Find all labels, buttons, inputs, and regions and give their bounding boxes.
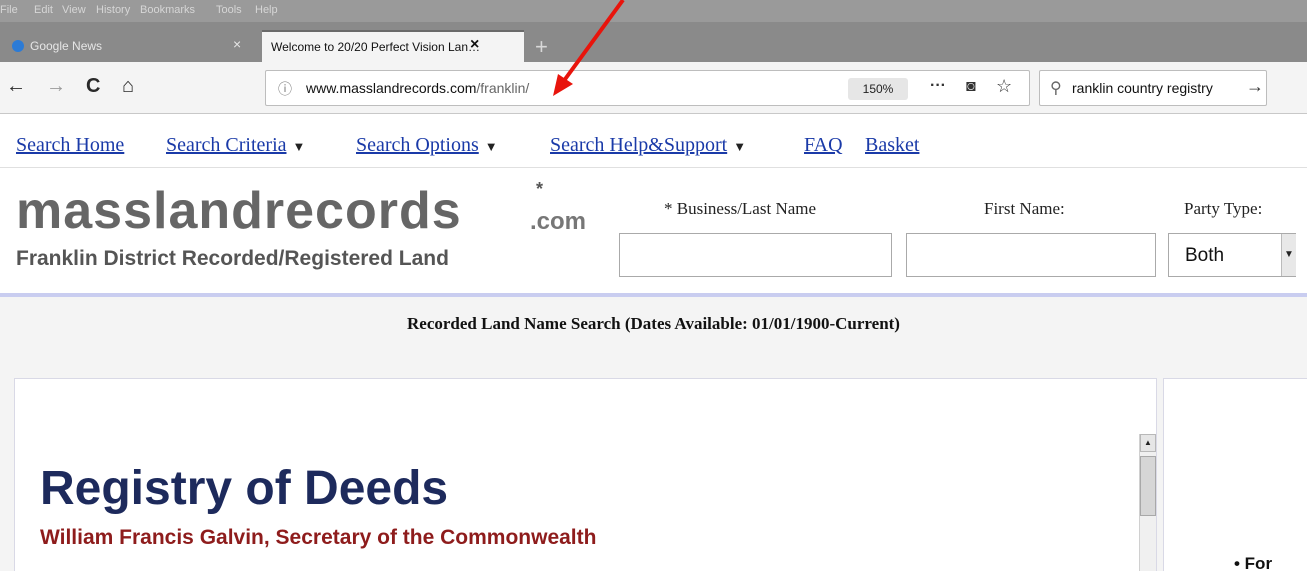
site-info-icon[interactable]: ⓘ (278, 79, 292, 99)
first-name-input[interactable] (906, 233, 1156, 277)
site-header: masslandrecords * .com Franklin District… (0, 169, 1307, 293)
nav-label: FAQ (804, 134, 843, 156)
last-name-input[interactable] (619, 233, 892, 277)
first-name-label: First Name: (984, 199, 1065, 218)
tab-strip: Google News × Welcome to 20/20 Perfect V… (0, 22, 1307, 62)
menu-help[interactable]: Help (255, 4, 278, 16)
menu-bookmarks[interactable]: Bookmarks (140, 4, 195, 16)
menu-edit[interactable]: Edit (34, 4, 53, 16)
side-bullet: • For (1234, 554, 1273, 571)
tab-close-icon[interactable]: × (470, 36, 479, 54)
tab-close-icon[interactable]: × (233, 36, 241, 52)
url-text: www.masslandrecords.com/franklin/ (306, 80, 529, 96)
reload-icon[interactable]: C (86, 76, 100, 96)
search-bar[interactable]: ⚲ ranklin country registry → (1039, 70, 1267, 106)
last-name-label: * Business/Last Name (664, 199, 817, 218)
menu-tools[interactable]: Tools (216, 4, 242, 16)
nav-label: Search Criteria (166, 134, 287, 156)
scroll-up-icon[interactable]: ▲ (1140, 434, 1156, 452)
tab-title: Google News (30, 39, 103, 53)
nav-search-help-support[interactable]: Search Help&Support ▼ (550, 134, 746, 157)
chevron-down-icon: ▼ (1281, 234, 1296, 276)
party-type-value: Both (1185, 245, 1225, 266)
nav-label: Search Home (16, 134, 125, 156)
url-domain: www.masslandrecords.com (306, 80, 477, 96)
registry-frame: Registry of Deeds William Francis Galvin… (14, 378, 1157, 571)
search-go-icon[interactable]: → (1246, 76, 1264, 97)
registry-subtitle: William Francis Galvin, Secretary of the… (40, 526, 597, 549)
new-tab-icon[interactable]: + (535, 34, 548, 60)
nav-search-home[interactable]: Search Home (16, 134, 124, 157)
menu-file[interactable]: File (0, 4, 18, 16)
zoom-indicator[interactable]: 150% (848, 78, 908, 100)
district-subtitle: Franklin District Recorded/Registered La… (16, 247, 449, 270)
search-query: ranklin country registry (1072, 80, 1213, 96)
url-path: /franklin/ (476, 80, 530, 96)
party-type-label: Party Type: (1184, 199, 1263, 218)
nav-label: Search Options (356, 134, 479, 156)
menu-view[interactable]: View (62, 4, 86, 16)
search-icon: ⚲ (1050, 80, 1062, 97)
google-news-favicon-icon (12, 40, 24, 52)
address-bar[interactable]: ⓘ www.masslandrecords.com/franklin/ 150%… (265, 70, 1030, 106)
nav-label: Search Help&Support (550, 134, 728, 156)
page-actions-icon[interactable]: ··· (930, 77, 946, 95)
browser-window: File Edit View History Bookmarks Tools H… (0, 0, 1307, 571)
site-logo[interactable]: masslandrecords (16, 183, 462, 239)
registry-title: Registry of Deeds (40, 462, 449, 515)
subtitle-band: Recorded Land Name Search (Dates Availab… (0, 297, 1307, 375)
logo-star: * (536, 179, 544, 199)
menu-history[interactable]: History (96, 4, 130, 16)
forward-icon[interactable]: → (46, 76, 66, 96)
site-nav: Search Home Search Criteria ▼ Search Opti… (0, 114, 1307, 168)
nav-search-criteria[interactable]: Search Criteria ▼ (166, 134, 305, 157)
scrollbar-thumb[interactable] (1140, 456, 1156, 516)
party-type-select[interactable]: Both ▼ (1168, 233, 1296, 277)
tab-active[interactable]: Welcome to 20/20 Perfect Vision Lan… × (262, 30, 524, 62)
chevron-down-icon: ▼ (484, 139, 498, 154)
nav-label: Basket (865, 134, 920, 156)
nav-basket[interactable]: Basket (865, 134, 919, 157)
back-icon[interactable]: ← (6, 76, 26, 96)
nav-faq[interactable]: FAQ (804, 134, 843, 157)
tab-title: Welcome to 20/20 Perfect Vision Lan… (271, 40, 481, 54)
chevron-down-icon: ▼ (733, 139, 747, 154)
pocket-icon[interactable]: ◙ (966, 78, 976, 96)
home-icon[interactable]: ⌂ (122, 76, 134, 96)
nav-search-options[interactable]: Search Options ▼ (356, 134, 498, 157)
tab-google-news[interactable]: Google News × (0, 30, 258, 62)
chevron-down-icon: ▼ (292, 139, 306, 154)
menu-bar: File Edit View History Bookmarks Tools H… (0, 0, 1307, 22)
side-panel: • For (1163, 378, 1307, 571)
scrollbar[interactable]: ▲ (1139, 434, 1156, 571)
bookmark-star-icon[interactable]: ☆ (996, 76, 1012, 97)
search-subtitle: Recorded Land Name Search (Dates Availab… (407, 314, 900, 333)
content-area: Registry of Deeds William Francis Galvin… (0, 375, 1307, 571)
logo-suffix: .com (530, 208, 587, 235)
navigation-toolbar: ← → C ⌂ ⓘ www.masslandrecords.com/frankl… (0, 62, 1307, 114)
